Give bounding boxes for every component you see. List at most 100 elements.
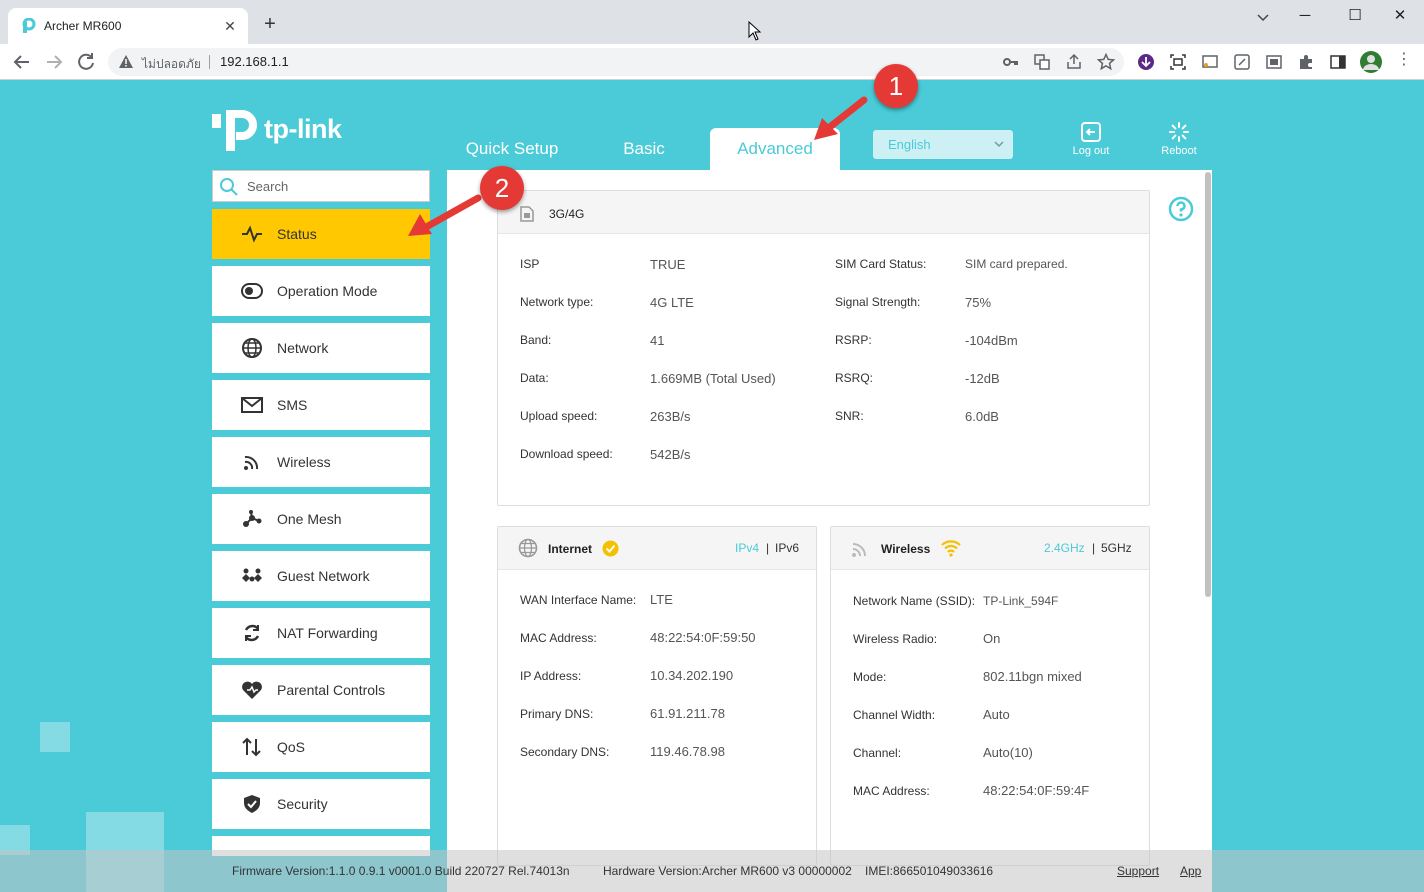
sidebar-item-nat-forwarding[interactable]: NAT Forwarding <box>212 608 430 658</box>
capture-extension-icon[interactable] <box>1265 53 1283 71</box>
new-tab-button[interactable]: + <box>258 12 282 36</box>
field-value: 1.669MB (Total Used) <box>650 371 776 386</box>
bookmark-star-icon[interactable] <box>1097 53 1115 71</box>
side-panel-icon[interactable] <box>1329 53 1347 71</box>
tab-search-chevron-icon[interactable] <box>1254 8 1272 26</box>
sidebar-item-parental-controls[interactable]: Parental Controls <box>212 665 430 715</box>
field-label: Primary DNS: <box>520 707 594 721</box>
help-icon[interactable] <box>1168 196 1194 222</box>
panel-header: Wireless 2.4GHz | 5GHz <box>831 527 1149 570</box>
field-value: 802.11bgn mixed <box>983 669 1082 684</box>
edit-extension-icon[interactable] <box>1233 53 1251 71</box>
tab-title: Archer MR600 <box>44 19 122 33</box>
tab-close-icon[interactable]: ✕ <box>220 16 240 36</box>
reload-icon[interactable] <box>74 50 98 74</box>
close-window-button[interactable]: ✕ <box>1388 5 1412 27</box>
field-label: ISP <box>520 257 540 271</box>
key-icon[interactable] <box>1002 53 1020 71</box>
wifi-signal-icon <box>941 540 961 557</box>
sidebar-item-guest-network[interactable]: Guest Network <box>212 551 430 601</box>
panel-header: Internet IPv4 | IPv6 <box>498 527 816 570</box>
field-label: Channel Width: <box>853 708 936 722</box>
sidebar-item-label: Operation Mode <box>277 283 378 299</box>
app-link[interactable]: App <box>1180 864 1201 878</box>
sidebar-item-wireless[interactable]: Wireless <box>212 437 430 487</box>
browser-menu-icon[interactable]: ⋮ <box>1396 51 1414 69</box>
sidebar-item-status[interactable]: Status <box>212 209 430 259</box>
share-icon[interactable] <box>1065 53 1083 71</box>
sidebar-item-one-mesh[interactable]: One Mesh <box>212 494 430 544</box>
logout-button[interactable]: Log out <box>1061 122 1121 162</box>
download-extension-icon[interactable] <box>1137 53 1155 71</box>
firmware-version: Firmware Version:1.1.0 0.9.1 v0001.0 Bui… <box>232 864 570 878</box>
not-secure-label[interactable]: ไม่ปลอดภัย <box>142 55 201 74</box>
band-2-4ghz-toggle[interactable]: 2.4GHz <box>1044 541 1085 555</box>
language-value: English <box>888 137 931 152</box>
field-value: 263B/s <box>650 409 691 424</box>
search-icon <box>220 178 238 196</box>
wifi-icon <box>852 543 866 557</box>
translate-icon[interactable] <box>1033 53 1051 71</box>
footer-bar: Firmware Version:1.1.0 0.9.1 v0001.0 Bui… <box>0 850 1424 892</box>
url-text[interactable]: 192.168.1.1 <box>220 54 289 69</box>
search-input[interactable]: Search <box>212 170 430 202</box>
warning-icon[interactable] <box>118 54 134 70</box>
panel-title: 3G/4G <box>549 207 585 221</box>
annotation-marker-1: 1 <box>874 64 918 108</box>
tplink-logo-icon <box>212 110 257 151</box>
check-badge-icon <box>602 540 619 557</box>
sim-card-icon <box>520 206 534 222</box>
tab-quick-setup[interactable]: Quick Setup <box>462 128 562 170</box>
sidebar-item-label: NAT Forwarding <box>277 625 378 641</box>
extensions-puzzle-icon[interactable] <box>1297 53 1315 71</box>
screenshot-icon[interactable] <box>1169 53 1187 71</box>
minimize-button[interactable]: ─ <box>1293 5 1317 27</box>
forward-icon[interactable] <box>42 50 66 74</box>
envelope-icon <box>241 397 263 413</box>
field-label: Secondary DNS: <box>520 745 610 759</box>
panel-header: 3G/4G <box>498 191 1149 234</box>
address-bar[interactable]: ไม่ปลอดภัย 192.168.1.1 <box>108 48 1124 76</box>
maximize-button[interactable]: ☐ <box>1343 5 1367 27</box>
browser-toolbar: ไม่ปลอดภัย 192.168.1.1 ⋮ <box>0 44 1424 80</box>
back-icon[interactable] <box>10 50 34 74</box>
panel-title: Internet <box>548 542 593 556</box>
sidebar-item-label: Parental Controls <box>277 682 386 698</box>
reboot-button[interactable]: Reboot <box>1149 122 1209 162</box>
cast-icon[interactable] <box>1201 53 1219 71</box>
sidebar-item-security[interactable]: Security <box>212 779 430 829</box>
profile-avatar-icon[interactable] <box>1360 51 1382 73</box>
field-value: -104dBm <box>965 333 1018 348</box>
band-5ghz-toggle[interactable]: 5GHz <box>1101 541 1132 555</box>
ipv4-toggle[interactable]: IPv4 <box>735 541 759 555</box>
logout-label: Log out <box>1072 145 1110 157</box>
globe-icon <box>242 338 262 358</box>
sidebar-item-label: Status <box>277 226 317 242</box>
content-scrollbar[interactable] <box>1205 172 1211 597</box>
field-value: 61.91.211.78 <box>650 706 725 721</box>
language-select[interactable]: English <box>873 130 1013 159</box>
sidebar-item-qos[interactable]: QoS <box>212 722 430 772</box>
sidebar-item-label: Network <box>277 340 329 356</box>
pulse-icon <box>242 225 262 243</box>
support-link[interactable]: Support <box>1117 864 1159 878</box>
sidebar-item-operation-mode[interactable]: Operation Mode <box>212 266 430 316</box>
field-label: MAC Address: <box>520 631 597 645</box>
toggle-icon <box>241 283 263 299</box>
sidebar-item-label: QoS <box>277 739 306 755</box>
tab-basic[interactable]: Basic <box>608 128 680 170</box>
panel-title: Wireless <box>881 542 931 556</box>
browser-tab[interactable]: Archer MR600 ✕ <box>8 8 248 44</box>
field-label: Mode: <box>853 670 887 684</box>
ipv6-toggle[interactable]: IPv6 <box>775 541 799 555</box>
guest-icon <box>242 568 262 582</box>
field-label: Signal Strength: <box>835 295 921 309</box>
sidebar-item-sms[interactable]: SMS <box>212 380 430 430</box>
field-value: TRUE <box>650 257 686 272</box>
field-label: RSRP: <box>835 333 872 347</box>
field-label: Channel: <box>853 746 902 760</box>
field-label: SNR: <box>835 409 864 423</box>
reboot-icon <box>1169 122 1189 142</box>
sidebar-item-network[interactable]: Network <box>212 323 430 373</box>
omnibox-divider <box>209 55 210 69</box>
